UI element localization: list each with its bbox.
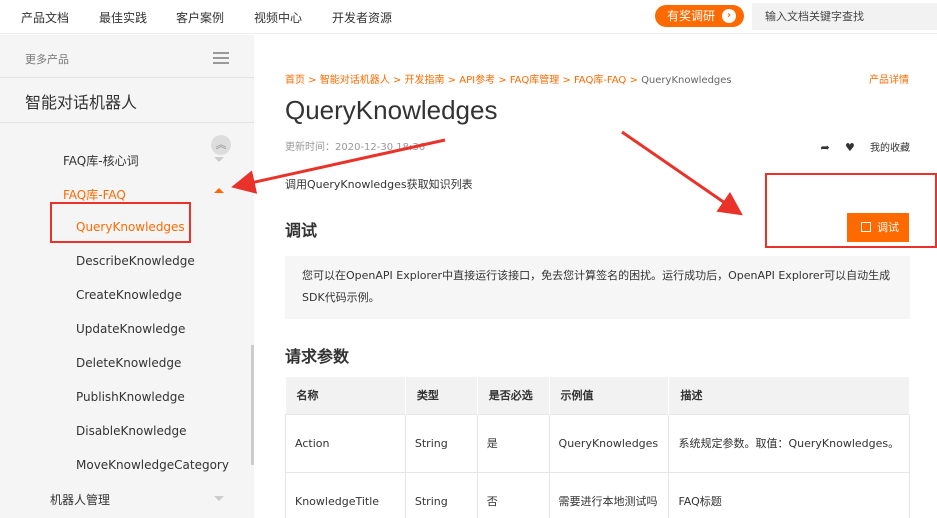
table-cell: KnowledgeTitle [285,471,406,518]
breadcrumb-item[interactable]: FAQ库管理 [510,75,559,86]
breadcrumb-item[interactable]: FAQ库-FAQ [574,75,626,86]
share-icon[interactable]: ➦ [821,141,830,154]
survey-label: 有奖调研 [667,9,716,23]
nav-item-cases[interactable]: 客户案例 [176,9,224,26]
sidebar-item-moveknowledgecategory[interactable]: MoveKnowledgeCategory [76,458,229,472]
main-content: 首页 > 智能对话机器人 > 开发指南 > API参考 > FAQ库管理 > F… [255,35,937,518]
request-params-heading: 请求参数 [285,347,350,366]
search-input[interactable] [752,3,937,30]
more-products-label[interactable]: 更多产品 [25,51,69,67]
favorite-label[interactable]: 我的收藏 [870,143,910,154]
update-time: 更新时间：2020-12-30 18:36 [285,142,426,153]
breadcrumb-item[interactable]: 开发指南 [405,75,445,86]
debug-icon [861,222,871,232]
table-cell: 是 [476,413,550,473]
sidebar-item-updateknowledge[interactable]: UpdateKnowledge [76,322,185,336]
top-nav: 产品文档 最佳实践 客户案例 视频中心 开发者资源 有奖调研 › [0,0,937,34]
sidebar-item-deleteknowledge[interactable]: DeleteKnowledge [76,356,181,370]
sidebar-item-robot-mgmt[interactable]: 机器人管理 [50,491,110,508]
nav-item-dev-resources[interactable]: 开发者资源 [332,9,392,26]
chevron-down-icon[interactable] [214,496,224,501]
table-cell: FAQ标题 [668,471,910,518]
debug-button-label: 调试 [877,221,899,234]
chevron-right-icon: › [722,9,736,23]
page-actions: ➦ ♥ 我的收藏 [821,139,910,154]
column-header: 名称 [285,377,406,414]
nav-item-docs[interactable]: 产品文档 [21,9,69,26]
sidebar-item-createknowledge[interactable]: CreateKnowledge [76,288,182,302]
nav-item-videos[interactable]: 视频中心 [254,9,302,26]
sidebar: 更多产品 智能对话机器人 ︽ FAQ库-核心词 FAQ库-FAQ QueryKn… [0,35,254,518]
column-header: 描述 [668,377,910,414]
column-header: 类型 [405,377,478,414]
table-row: KnowledgeTitle String 否 需要进行本地测试吗 FAQ标题 [285,471,910,518]
product-title: 智能对话机器人 [25,93,138,112]
table-header-row: 名称 类型 是否必选 示例值 描述 [285,377,910,414]
collapse-up-icon[interactable]: ︽ [211,135,231,155]
column-header: 是否必选 [477,377,550,414]
divider [0,122,254,123]
product-detail-link[interactable]: 产品详情 [869,71,909,86]
table-cell: Action [285,413,406,473]
breadcrumb-item[interactable]: 智能对话机器人 [320,75,390,86]
page-title: QueryKnowledges [285,95,498,125]
breadcrumb: 首页 > 智能对话机器人 > 开发指南 > API参考 > FAQ库管理 > F… [285,75,732,86]
sidebar-item-disableknowledge[interactable]: DisableKnowledge [76,424,186,438]
heart-icon[interactable]: ♥ [845,141,855,154]
breadcrumb-current: QueryKnowledges [641,75,732,86]
params-table: 名称 类型 是否必选 示例值 描述 Action String 是 QueryK… [285,377,910,518]
search-box[interactable] [752,3,937,30]
survey-button[interactable]: 有奖调研 › [655,5,744,27]
menu-icon[interactable] [213,52,229,64]
breadcrumb-item[interactable]: 首页 [285,75,305,86]
divider [0,77,254,78]
chevron-up-icon[interactable] [214,188,224,193]
table-cell: 系统规定参数。取值：QueryKnowledges。 [668,413,910,473]
sidebar-scrollbar[interactable] [251,345,254,465]
api-description: 调用QueryKnowledges获取知识列表 [285,178,473,191]
table-cell: 需要进行本地测试吗 [548,471,670,518]
sidebar-item-publishknowledge[interactable]: PublishKnowledge [76,390,185,404]
table-cell: String [404,413,478,473]
sidebar-item-describeknowledge[interactable]: DescribeKnowledge [76,254,195,268]
table-cell: String [404,471,478,518]
nav-item-best-practice[interactable]: 最佳实践 [99,9,147,26]
sidebar-item-faq-lib[interactable]: FAQ库-FAQ [63,186,126,203]
table-cell: 否 [476,471,550,518]
table-cell: QueryKnowledges [548,413,670,473]
annotation-highlight-box [50,202,191,243]
breadcrumb-item[interactable]: API参考 [459,75,495,86]
table-row: Action String 是 QueryKnowledges 系统规定参数。取… [285,413,910,473]
debug-heading: 调试 [285,221,318,240]
sidebar-item-faq-keywords[interactable]: FAQ库-核心词 [63,152,139,169]
chevron-down-icon[interactable] [214,157,224,162]
openapi-tip: 您可以在OpenAPI Explorer中直接运行该接口，免去您计算签名的困扰。… [285,256,910,319]
debug-button[interactable]: 调试 [847,213,909,242]
column-header: 示例值 [549,377,670,414]
